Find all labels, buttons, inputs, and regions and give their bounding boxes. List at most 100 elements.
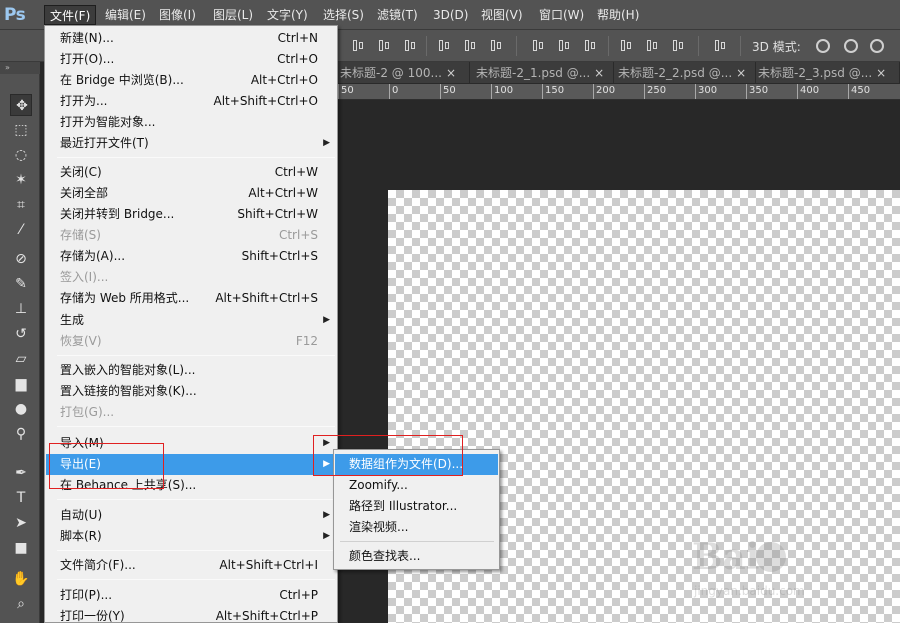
distribute-left-icon[interactable] [618,38,634,54]
submenu-item-color-lookup-tables[interactable]: 颜色查找表... [335,546,498,567]
move-tool[interactable]: ✥ [10,94,32,116]
brush-tool[interactable]: ✎ [10,273,32,295]
menu-item-close-all[interactable]: 关闭全部 Alt+Ctrl+W [46,183,336,204]
menu-item-scripts[interactable]: 脚本(R) ▶ [46,526,336,547]
menu-item-label: 打开为... [60,94,108,108]
menu-separator [57,157,335,158]
tools-collapse-toggle[interactable]: » [0,62,40,74]
align-horizontal-center-icon[interactable] [462,38,478,54]
menu-item-open[interactable]: 打开(O)... Ctrl+O [46,49,336,70]
menu-item-shortcut: Ctrl+N [277,31,318,45]
distribute-bottom-icon[interactable] [582,38,598,54]
menu-item-shortcut: Shift+Ctrl+W [237,207,318,221]
menu-item-close-go-bridge[interactable]: 关闭并转到 Bridge... Shift+Ctrl+W [46,204,336,225]
menu-layer[interactable]: 图层(L) [208,5,258,25]
menu-item-automate[interactable]: 自动(U) ▶ [46,505,336,526]
menu-item-revert: 恢复(V) F12 [46,331,336,352]
gradient-icon: ▆ [15,376,27,392]
menu-image[interactable]: 图像(I) [154,5,201,25]
menu-item-place-embedded[interactable]: 置入嵌入的智能对象(L)... [46,360,336,381]
dodge-tool[interactable]: ⚲ [10,423,32,445]
align-left-icon[interactable] [436,38,452,54]
menu-item-shortcut: Ctrl+P [279,588,318,602]
path-selection-tool[interactable]: ➤ [10,512,32,534]
distribute-vertical-center-icon[interactable] [556,38,572,54]
submenu-arrow-icon: ▶ [323,138,330,148]
marquee-tool[interactable]: ⬚ [10,119,32,141]
magic-wand-tool[interactable]: ✶ [10,169,32,191]
document-tab-bar: 未标题-2 @ 100... × 未标题-2_1.psd @... × 未标题-2_… [338,62,900,84]
menu-item-open-as[interactable]: 打开为... Alt+Shift+Ctrl+O [46,91,336,112]
eraser-icon: ▱ [15,351,27,367]
align-right-icon[interactable] [488,38,504,54]
close-icon[interactable]: × [876,66,886,80]
type-tool[interactable]: T [10,487,32,509]
eyedropper-tool[interactable]: ⁄ [10,219,32,241]
menu-item-generate[interactable]: 生成 ▶ [46,310,336,331]
menu-filter[interactable]: 滤镜(T) [372,5,423,25]
document-tab[interactable]: 未标题-2_1.psd @... × [474,62,614,84]
clone-stamp-tool[interactable]: ⊥ [10,298,32,320]
pen-icon: ✒ [15,465,27,481]
history-brush-tool[interactable]: ↺ [10,323,32,345]
menu-item-new[interactable]: 新建(N)... Ctrl+N [46,28,336,49]
menu-item-save-for-web[interactable]: 存储为 Web 所用格式... Alt+Shift+Ctrl+S [46,288,336,309]
submenu-item-render-video[interactable]: 渲染视频... [335,517,498,538]
menu-window[interactable]: 窗口(W) [534,5,589,25]
3d-pan-icon[interactable] [870,39,884,53]
ruler-label: 50 [341,85,354,96]
menu-item-print[interactable]: 打印(P)... Ctrl+P [46,585,336,606]
submenu-arrow-icon: ▶ [323,531,330,541]
document-tab[interactable]: 未标题-2 @ 100... × [338,62,470,84]
menu-select[interactable]: 选择(S) [318,5,369,25]
eraser-tool[interactable]: ▱ [10,348,32,370]
3d-roll-icon[interactable] [844,39,858,53]
document-tab[interactable]: 未标题-2_2.psd @... × [616,62,756,84]
distribute-horizontal-center-icon[interactable] [644,38,660,54]
menu-item-shortcut: Alt+Shift+Ctrl+I [219,558,318,572]
menu-3d[interactable]: 3D(D) [428,5,473,25]
submenu-item-zoomify[interactable]: Zoomify... [335,475,498,496]
zoom-tool[interactable]: ⌕ [10,593,32,615]
ruler-label: 450 [851,85,871,96]
close-icon[interactable]: × [446,66,456,80]
healing-brush-tool[interactable]: ⊘ [10,248,32,270]
close-icon[interactable]: × [736,66,746,80]
menu-item-save-as[interactable]: 存储为(A)... Shift+Ctrl+S [46,246,336,267]
menu-file[interactable]: 文件(F) [44,5,97,25]
shape-tool[interactable]: ■ [10,537,32,559]
menu-item-browse-bridge[interactable]: 在 Bridge 中浏览(B)... Alt+Ctrl+O [46,70,336,91]
menu-help[interactable]: 帮助(H) [592,5,644,25]
menu-separator [340,541,494,542]
annotation-highlight-submenu [313,435,463,476]
blur-tool[interactable]: ● [10,398,32,420]
crop-tool[interactable]: ⌗ [10,194,32,216]
menu-item-recent-files[interactable]: 最近打开文件(T) ▶ [46,133,336,154]
ruler-tick [746,84,747,99]
document-tab[interactable]: 未标题-2_3.psd @... × [756,62,900,84]
menu-item-place-linked[interactable]: 置入链接的智能对象(K)... [46,381,336,402]
close-icon[interactable]: × [594,66,604,80]
ruler-tick [491,84,492,99]
menu-view[interactable]: 视图(V) [476,5,528,25]
menu-edit[interactable]: 编辑(E) [100,5,151,25]
menu-item-close[interactable]: 关闭(C) Ctrl+W [46,162,336,183]
align-bottom-icon[interactable] [402,38,418,54]
distribute-right-icon[interactable] [670,38,686,54]
align-top-icon[interactable] [350,38,366,54]
auto-align-layers-icon[interactable] [712,38,728,54]
gradient-tool[interactable]: ▆ [10,373,32,395]
menu-type[interactable]: 文字(Y) [262,5,313,25]
distribute-top-icon[interactable] [530,38,546,54]
hand-tool[interactable]: ✋ [10,568,32,590]
submenu-item-paths-to-illustrator[interactable]: 路径到 Illustrator... [335,496,498,517]
brush-icon: ✎ [15,276,27,292]
pen-tool[interactable]: ✒ [10,462,32,484]
3d-orbit-icon[interactable] [816,39,830,53]
menu-item-open-smart-object[interactable]: 打开为智能对象... [46,112,336,133]
lasso-tool[interactable]: ◌ [10,144,32,166]
ruler-label: 150 [545,85,565,96]
menu-item-print-one-copy[interactable]: 打印一份(Y) Alt+Shift+Ctrl+P [46,606,336,623]
menu-item-file-info[interactable]: 文件简介(F)... Alt+Shift+Ctrl+I [46,555,336,576]
align-vertical-center-icon[interactable] [376,38,392,54]
